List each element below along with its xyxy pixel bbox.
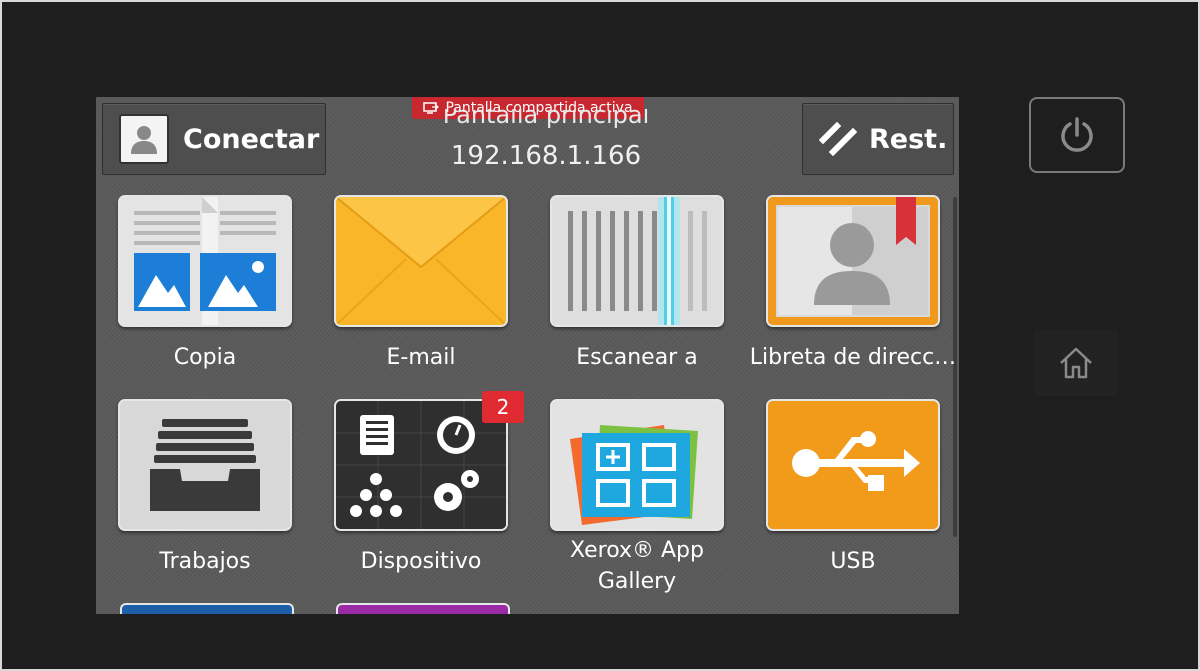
app-label: E-mail bbox=[386, 345, 456, 370]
app-label: Xerox® App Gallery bbox=[570, 538, 704, 594]
app-tile-app-gallery[interactable]: Xerox® App Gallery bbox=[550, 399, 724, 597]
jobs-tray-icon bbox=[118, 399, 292, 531]
app-tile-address-book[interactable]: Libreta de direcc… bbox=[750, 195, 956, 373]
app-gallery-icon bbox=[550, 399, 724, 531]
copy-icon bbox=[118, 195, 292, 327]
connect-label: Conectar bbox=[183, 123, 320, 155]
app-tile-email[interactable]: E-mail bbox=[334, 195, 508, 373]
app-label: Dispositivo bbox=[360, 549, 482, 574]
home-button[interactable] bbox=[1034, 330, 1118, 396]
app-tile-scan[interactable]: Escanear a bbox=[550, 195, 724, 373]
touch-screen: Conectar Pantalla compartida activa Pant… bbox=[96, 97, 959, 614]
app-tile-jobs[interactable]: Trabajos bbox=[118, 399, 292, 577]
home-icon bbox=[1060, 347, 1092, 379]
reset-button[interactable]: Rest. bbox=[802, 103, 954, 175]
reset-label: Rest. bbox=[869, 123, 948, 155]
envelope-icon bbox=[334, 195, 508, 327]
app-tile-device[interactable]: 2 Dispositivo bbox=[334, 391, 524, 577]
user-icon bbox=[119, 114, 169, 164]
app-label: USB bbox=[830, 549, 876, 574]
address-book-icon bbox=[766, 195, 940, 327]
app-label: Escanear a bbox=[576, 345, 698, 370]
scanner-icon bbox=[550, 195, 724, 327]
app-label: Libreta de direcc… bbox=[749, 345, 957, 370]
app-tile-usb[interactable]: USB bbox=[766, 399, 940, 577]
app-tile-partial[interactable] bbox=[120, 603, 294, 614]
app-tile-partial[interactable] bbox=[336, 603, 510, 614]
app-tile-copy[interactable]: Copia bbox=[118, 195, 292, 373]
app-label: Trabajos bbox=[159, 549, 251, 574]
connect-button[interactable]: Conectar bbox=[102, 103, 326, 175]
page-title: Pantalla principal bbox=[442, 109, 650, 129]
ip-address: 192.168.1.166 bbox=[450, 141, 642, 171]
reset-icon bbox=[819, 122, 858, 156]
power-button[interactable] bbox=[1029, 97, 1125, 173]
usb-icon bbox=[766, 399, 940, 531]
notification-badge: 2 bbox=[482, 391, 524, 423]
power-icon bbox=[1061, 117, 1093, 152]
app-label: Copia bbox=[173, 345, 237, 370]
